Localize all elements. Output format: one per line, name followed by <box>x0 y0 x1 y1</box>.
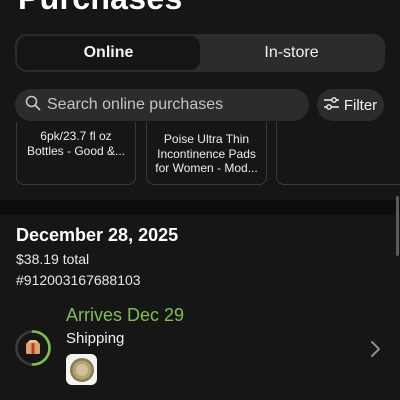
filter-button[interactable]: Filter <box>317 89 384 121</box>
page-title: Purchases <box>18 0 183 17</box>
channel-segmented-control: Online In-store <box>15 34 385 72</box>
fulfillment-type: Shipping <box>66 330 125 347</box>
product-card[interactable]: Poise Ultra Thin Incontinence Pads for W… <box>146 122 267 185</box>
package-icon <box>26 340 40 354</box>
chevron-right-icon[interactable] <box>370 340 382 358</box>
search-bar[interactable] <box>15 89 309 121</box>
order-total: $38.19 total <box>16 251 90 267</box>
product-title: 6pk/23.7 fl oz Bottles - Good &... <box>26 129 126 158</box>
product-card[interactable] <box>276 122 400 185</box>
product-thumbnail[interactable] <box>66 354 97 385</box>
search-icon <box>25 95 41 116</box>
search-input[interactable] <box>47 96 297 114</box>
tab-online[interactable]: Online <box>17 36 200 70</box>
product-image <box>69 357 94 382</box>
order-date: December 28, 2025 <box>16 225 179 245</box>
filter-label: Filter <box>343 96 378 114</box>
section-divider <box>0 200 400 215</box>
product-card[interactable]: 6pk/23.7 fl oz Bottles - Good &... <box>16 122 136 185</box>
delivery-progress-ring <box>15 330 51 366</box>
order-number: #912003167688103 <box>16 272 141 288</box>
product-title: Poise Ultra Thin Incontinence Pads for W… <box>155 132 258 175</box>
delivery-status: Arrives Dec 29 <box>66 305 185 325</box>
scrollbar[interactable] <box>396 196 399 256</box>
tab-in-store[interactable]: In-store <box>200 36 383 70</box>
filter-icon <box>323 96 340 114</box>
recent-items-carousel: 6pk/23.7 fl oz Bottles - Good &... Poise… <box>0 122 400 188</box>
